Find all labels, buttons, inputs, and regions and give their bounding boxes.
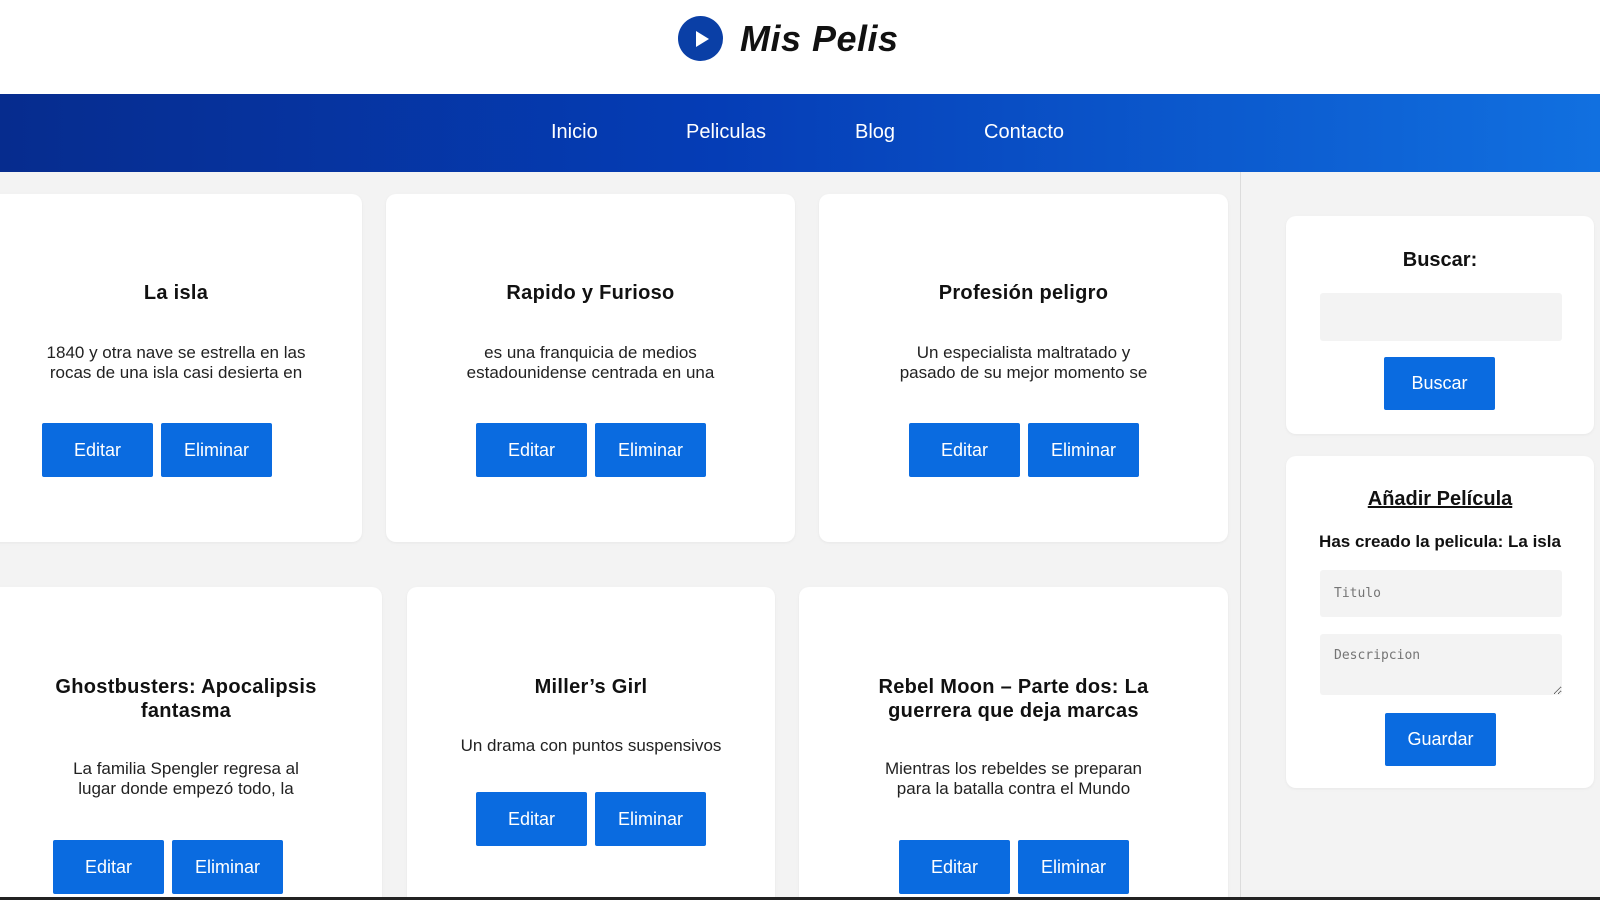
save-button[interactable]: Guardar (1385, 713, 1496, 766)
movie-description: Mientras los rebeldes se preparan para l… (799, 759, 1228, 799)
logo-title: Mis Pelis (740, 17, 899, 59)
movie-description: Un especialista maltratado y pasado de s… (819, 343, 1228, 383)
movie-description-line: Mientras los rebeldes se preparan (884, 759, 1143, 778)
movie-description-line: pasado de su mejor momento se (899, 363, 1148, 382)
edit-button[interactable]: Editar (53, 840, 164, 894)
edit-button[interactable]: Editar (476, 792, 587, 846)
movie-card: Profesión peligro Un especialista maltra… (819, 194, 1228, 542)
edit-button[interactable]: Editar (42, 423, 153, 477)
created-message: Has creado la pelicula: La isla (1319, 532, 1561, 551)
movie-description-line: 1840 y otra nave se estrella en las (46, 343, 306, 362)
content-divider (1240, 172, 1241, 900)
site-header: Mis Pelis (0, 0, 1600, 94)
movie-card: Rebel Moon – Parte dos: La guerrera que … (799, 587, 1228, 900)
nav-item-inicio[interactable]: Inicio (551, 121, 598, 144)
movie-card: Ghostbusters: Apocalipsis fantasma La fa… (0, 587, 382, 900)
nav-item-blog[interactable]: Blog (855, 121, 895, 144)
movie-title: La isla (143, 282, 209, 304)
description-input[interactable] (1320, 634, 1562, 695)
movie-title-line: Ghostbusters: Apocalipsis (55, 676, 317, 698)
nav-item-peliculas[interactable]: Peliculas (686, 121, 766, 144)
movie-description-line: rocas de una isla casi desierta en (49, 363, 303, 382)
movie-title-line: Rebel Moon – Parte dos: La (878, 676, 1149, 698)
movie-description-line: Un especialista maltratado y (916, 343, 1131, 362)
delete-button[interactable]: Eliminar (595, 423, 706, 477)
movie-card: Rapido y Furioso es una franquicia de me… (386, 194, 795, 542)
movie-title: Miller’s Girl (534, 676, 648, 698)
movie-description-line: lugar donde empezó todo, la (78, 779, 294, 798)
movie-description: 1840 y otra nave se estrella en las roca… (0, 343, 362, 383)
movie-description: Un drama con puntos suspensivos (407, 736, 775, 756)
search-input[interactable] (1320, 293, 1562, 341)
movie-card: Miller’s Girl Un drama con puntos suspen… (407, 587, 775, 900)
search-button[interactable]: Buscar (1384, 357, 1495, 410)
movie-title-line: guerrera que deja marcas (888, 700, 1139, 722)
movie-description-line: La familia Spengler regresa al (73, 759, 299, 778)
edit-button[interactable]: Editar (899, 840, 1010, 894)
movie-description: La familia Spengler regresa al lugar don… (0, 759, 382, 799)
nav-item-contacto[interactable]: Contacto (984, 121, 1064, 144)
main-nav: Inicio Peliculas Blog Contacto (0, 94, 1600, 172)
movie-title: Rebel Moon – Parte dos: La guerrera que … (799, 675, 1228, 723)
movie-title: Profesión peligro (938, 282, 1109, 304)
search-heading: Buscar: (1402, 249, 1478, 271)
title-input[interactable] (1320, 570, 1562, 617)
movie-description-line: para la batalla contra el Mundo (896, 779, 1131, 798)
movie-title-line: fantasma (140, 700, 232, 722)
play-icon (678, 16, 723, 61)
movie-description: es una franquicia de medios estadouniden… (386, 343, 795, 383)
movie-description-line: Un drama con puntos suspensivos (460, 736, 722, 755)
delete-button[interactable]: Eliminar (1028, 423, 1139, 477)
edit-button[interactable]: Editar (476, 423, 587, 477)
add-movie-card: Añadir Película Has creado la pelicula: … (1286, 456, 1594, 788)
movie-description-line: estadounidense centrada en una (466, 363, 715, 382)
site-logo[interactable]: Mis Pelis (678, 16, 899, 61)
movie-description-line: es una franquicia de medios (484, 343, 697, 362)
delete-button[interactable]: Eliminar (1018, 840, 1129, 894)
search-card: Buscar: Buscar (1286, 216, 1594, 434)
delete-button[interactable]: Eliminar (172, 840, 283, 894)
movie-title: Rapido y Furioso (506, 282, 675, 304)
add-movie-heading: Añadir Película (1367, 488, 1513, 510)
movie-title: Ghostbusters: Apocalipsis fantasma (0, 675, 382, 723)
delete-button[interactable]: Eliminar (161, 423, 272, 477)
movie-card: La isla 1840 y otra nave se estrella en … (0, 194, 362, 542)
edit-button[interactable]: Editar (909, 423, 1020, 477)
delete-button[interactable]: Eliminar (595, 792, 706, 846)
